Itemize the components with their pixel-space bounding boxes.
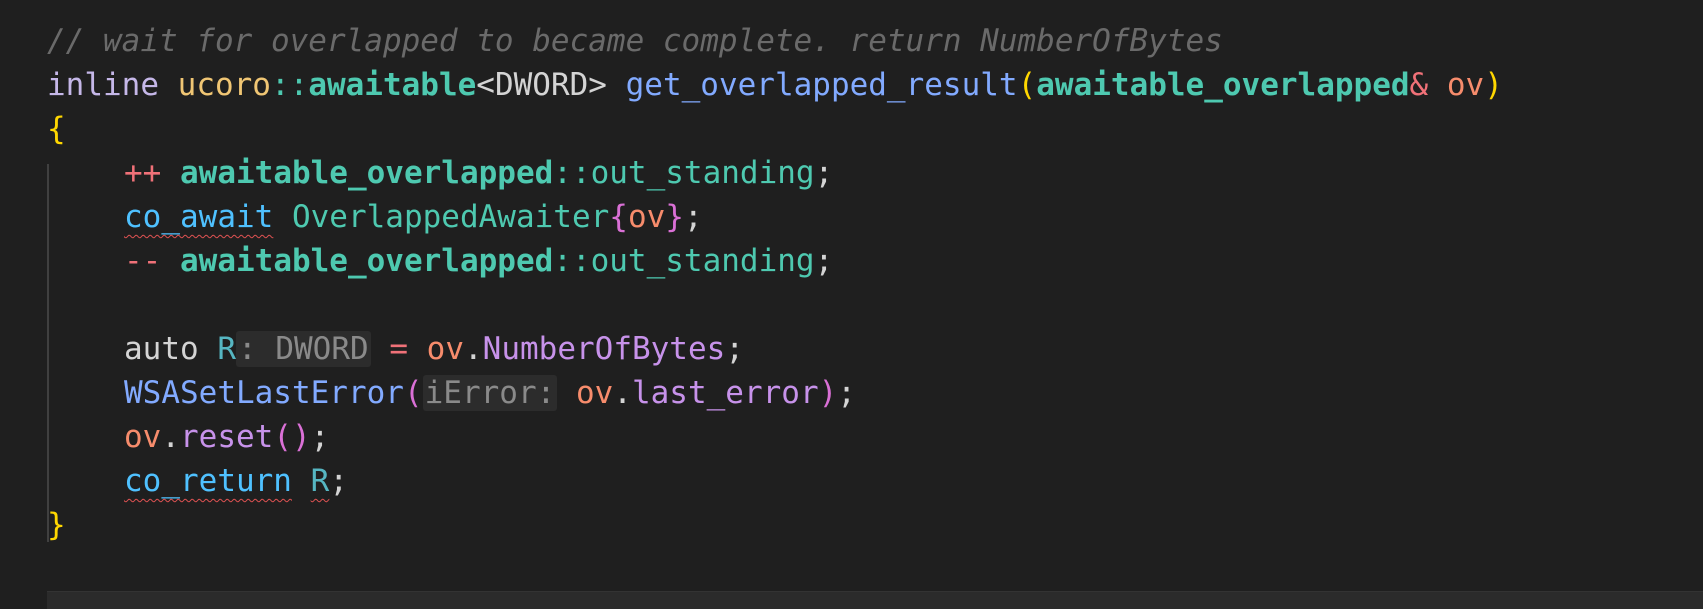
scope-operator: :: [553,155,591,191]
param-name: ov [1446,67,1485,103]
init-brace-close: } [665,199,684,235]
code-line-open-brace[interactable]: { [47,105,66,153]
awaiter-type: OverlappedAwaiter [291,199,610,235]
type-inlay-hint: : DWORD [236,331,371,367]
next-line-highlight [47,591,1703,609]
semicolon: ; [814,243,834,279]
semicolon: ; [310,419,330,455]
member-number-of-bytes: NumberOfBytes [482,331,726,367]
template-close: > [588,67,607,103]
assign-operator: = [389,331,408,367]
param-type: awaitable_overlapped [1036,67,1410,103]
code-line-co-return[interactable]: co_return R; [47,457,348,505]
brace-open: { [47,111,66,147]
object-ov: ov [426,331,464,367]
keyword-inline: inline [47,67,159,103]
code-line-increment[interactable]: ++ awaitable_overlapped::out_standing; [47,149,833,197]
static-member: out_standing [590,243,815,279]
init-brace-open: { [609,199,628,235]
decrement-operator: -- [124,243,162,279]
method-reset: reset [180,419,274,455]
semicolon: ; [837,375,856,411]
semicolon: ; [814,155,834,191]
code-line-reset[interactable]: ov.reset(); [47,413,329,461]
member-dot: . [464,331,483,367]
paren-close: ) [818,375,838,411]
function-name: get_overlapped_result [625,67,1018,103]
paren-open: ( [1017,67,1037,103]
code-line-signature[interactable]: inline ucoro::awaitable<DWORD> get_overl… [47,61,1503,109]
code-line-co-await[interactable]: co_await OverlappedAwaiter{ov}; [47,193,703,241]
object-ov: ov [575,375,614,411]
code-line-set-last-error[interactable]: WSASetLastError(iError: ov.last_error); [47,369,856,417]
member-dot: . [161,419,180,455]
paren-open: ( [403,375,423,411]
keyword-auto: auto [124,331,199,367]
semicolon: ; [683,199,703,235]
code-line-decrement[interactable]: -- awaitable_overlapped::out_standing; [47,237,833,285]
variable-r: R [310,463,330,499]
increment-operator: ++ [124,155,162,191]
semicolon: ; [725,331,744,367]
scope-operator: :: [270,67,309,103]
member-dot: . [613,375,632,411]
scope-operator: :: [553,243,591,279]
reference-amp: & [1409,67,1429,103]
comment-text: // wait for overlapped to became complet… [47,23,1223,59]
param-inlay-hint: iError: [422,375,558,411]
type-awaitable: awaitable [308,67,477,103]
class-name: awaitable_overlapped [180,243,554,279]
namespace-ucoro: ucoro [177,67,271,103]
call-parens: () [273,419,311,455]
static-member: out_standing [590,155,815,191]
class-name: awaitable_overlapped [180,155,554,191]
code-line-close-brace[interactable]: } [47,501,66,549]
type-dword: DWORD [494,67,589,103]
template-open: < [476,67,495,103]
variable-r: R [217,331,236,367]
keyword-co-return: co_return [124,463,292,499]
paren-close: ) [1484,67,1503,103]
semicolon: ; [329,463,348,499]
function-call-name: WSASetLastError [124,375,404,411]
code-editor[interactable]: // wait for overlapped to became complet… [0,0,1703,609]
code-line-auto[interactable]: auto R: DWORD = ov.NumberOfBytes; [47,325,744,373]
keyword-co-await: co_await [124,199,274,235]
member-last-error: last_error [631,375,819,411]
object-ov: ov [124,419,162,455]
brace-close: } [47,507,66,543]
code-line-comment[interactable]: // wait for overlapped to became complet… [47,17,1223,65]
init-arg: ov [627,199,666,235]
